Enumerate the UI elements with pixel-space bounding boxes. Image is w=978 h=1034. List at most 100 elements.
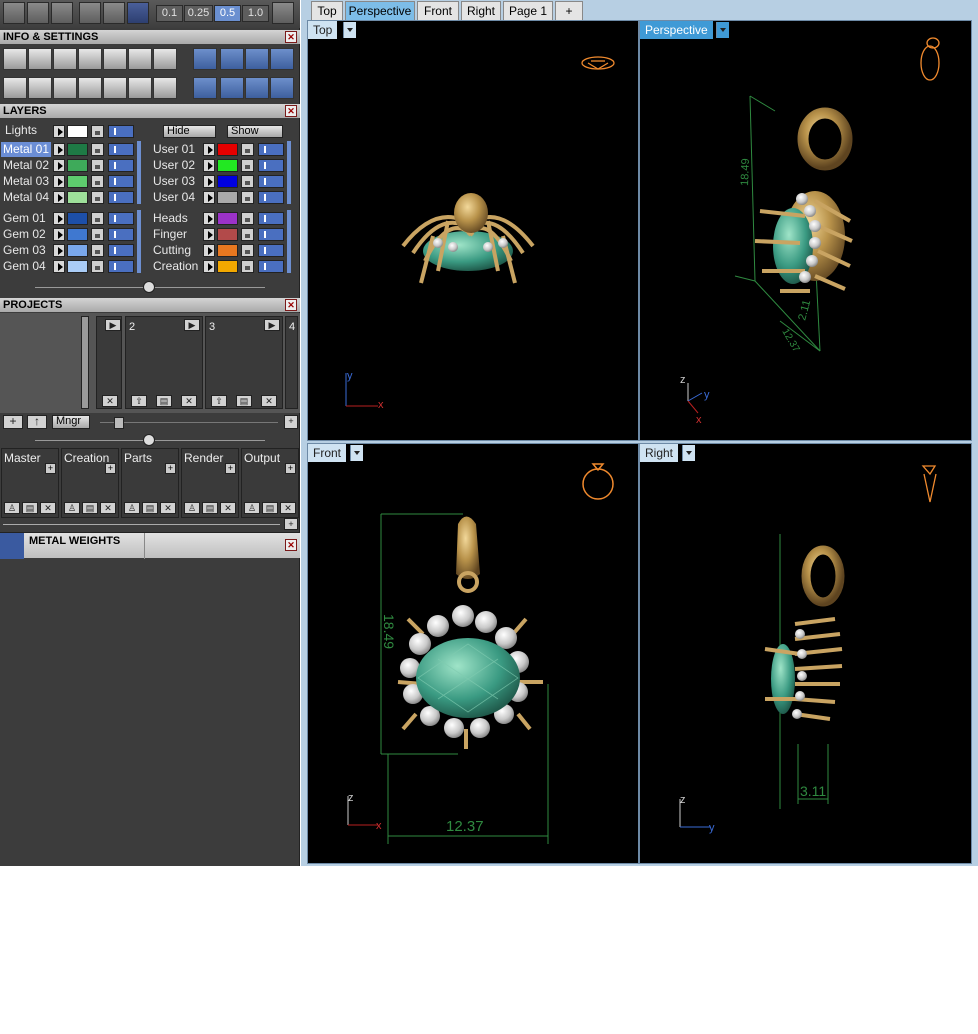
upload-icon[interactable]: ⇧ (211, 395, 227, 407)
arrow-icon[interactable] (53, 143, 65, 156)
lock-icon[interactable] (241, 228, 254, 241)
category-master[interactable]: Master + ♙ ▤ ✕ (1, 448, 59, 518)
layer-label[interactable]: Cutting (151, 243, 203, 258)
add-icon[interactable]: + (165, 463, 176, 474)
arrow-icon[interactable] (203, 143, 215, 156)
save-icon[interactable]: ▤ (236, 395, 252, 407)
layer-color-swatch[interactable] (217, 191, 238, 204)
arrow-icon[interactable] (203, 191, 215, 204)
arrow-icon[interactable] (53, 191, 65, 204)
dropdown-icon[interactable] (682, 445, 695, 461)
user-icon[interactable]: ♙ (244, 502, 260, 514)
grid-layout-icon[interactable] (3, 77, 27, 99)
layer-label[interactable]: Heads (151, 211, 203, 226)
add-tab-icon[interactable]: + (555, 1, 583, 20)
lock-icon[interactable] (91, 143, 104, 156)
remove-icon[interactable]: ✕ (220, 502, 236, 514)
add-icon[interactable]: + (105, 463, 116, 474)
user-icon[interactable]: ♙ (124, 502, 140, 514)
layer-label[interactable]: Finger (151, 227, 203, 242)
lock-icon[interactable] (91, 212, 104, 225)
lock-icon[interactable] (241, 212, 254, 225)
visibility-icon[interactable] (108, 143, 134, 156)
rotate-icon[interactable] (193, 77, 217, 99)
category-parts[interactable]: Parts + ♙ ▤ ✕ (121, 448, 179, 518)
dropdown-icon[interactable] (350, 445, 363, 461)
monitor-icon[interactable] (28, 77, 52, 99)
projects-scrollbar[interactable] (81, 316, 89, 409)
project-slot-3[interactable]: 3 ▶ ⇧ ▤ ✕ (205, 316, 283, 409)
visibility-icon[interactable] (258, 228, 284, 241)
save-icon[interactable]: ▤ (156, 395, 172, 407)
tab-perspective[interactable]: Perspective (345, 1, 415, 20)
visibility-icon[interactable] (108, 244, 134, 257)
layer-color-swatch[interactable] (217, 212, 238, 225)
gem-icon[interactable] (153, 48, 177, 70)
category-output[interactable]: Output + ♙ ▤ ✕ (241, 448, 299, 518)
remove-icon[interactable]: ✕ (181, 395, 197, 407)
layer-label[interactable]: User 02 (151, 158, 203, 173)
dropdown-icon[interactable] (343, 22, 356, 38)
lock-icon[interactable] (241, 191, 254, 204)
box-icon[interactable] (78, 48, 102, 70)
layer-label[interactable]: Gem 01 (1, 211, 51, 226)
layer-color-swatch[interactable] (67, 175, 88, 188)
visibility-icon[interactable] (258, 159, 284, 172)
perspective-viewport[interactable]: 18.49 2.11 12.37 z y x Perspective (639, 20, 972, 441)
lock-icon[interactable] (91, 159, 104, 172)
arrow-icon[interactable] (203, 175, 215, 188)
visibility-icon[interactable] (108, 125, 134, 138)
tab-right[interactable]: Right (461, 1, 501, 20)
lock-icon[interactable] (91, 228, 104, 241)
hatch-icon[interactable] (79, 2, 101, 24)
layer-label[interactable]: Gem 03 (1, 243, 51, 258)
tab-top[interactable]: Top (311, 1, 343, 20)
up-arrow-icon[interactable]: ↑ (27, 415, 47, 429)
right-viewport[interactable]: 3.11 z y Right (639, 443, 972, 864)
tab-front[interactable]: Front (417, 1, 459, 20)
dropdown-icon[interactable] (716, 22, 729, 38)
visibility-icon[interactable] (258, 244, 284, 257)
search-icon[interactable] (28, 48, 52, 70)
close-icon[interactable]: ✕ (285, 539, 297, 551)
add-icon[interactable]: + (284, 518, 298, 530)
arrow-icon[interactable] (203, 212, 215, 225)
category-render[interactable]: Render + ♙ ▤ ✕ (181, 448, 239, 518)
visibility-icon[interactable] (108, 191, 134, 204)
arrow-icon[interactable] (203, 260, 215, 273)
cylinder-icon[interactable] (78, 77, 102, 99)
project-slot-1[interactable]: ▶ ✕ (96, 316, 122, 409)
viewport-label[interactable]: Right (640, 444, 679, 462)
document-icon[interactable] (103, 48, 127, 70)
project-slot-2[interactable]: 2 ▶ ⇧ ▤ ✕ (125, 316, 203, 409)
layer-label[interactable]: Metal 01 (1, 142, 51, 157)
lock-icon[interactable] (91, 260, 104, 273)
layer-label[interactable]: Gem 04 (1, 259, 51, 274)
visibility-icon[interactable] (108, 212, 134, 225)
scale-icon[interactable] (245, 77, 269, 99)
lock-icon[interactable] (241, 159, 254, 172)
axis-icon[interactable] (127, 2, 149, 24)
layer-color-swatch[interactable] (217, 260, 238, 273)
remove-icon[interactable]: ✕ (261, 395, 277, 407)
arrow-icon[interactable] (53, 228, 65, 241)
grid-toggle-icon[interactable] (272, 2, 294, 24)
layer-color-swatch[interactable] (67, 159, 88, 172)
scatter-icon[interactable] (128, 77, 152, 99)
snap-1.0[interactable]: 1.0 (242, 5, 269, 22)
visibility-icon[interactable] (108, 175, 134, 188)
top-viewport[interactable]: y x Top (307, 20, 639, 441)
user-icon[interactable]: ♙ (184, 502, 200, 514)
mirror-icon[interactable] (270, 77, 294, 99)
category-creation[interactable]: Creation + ♙ ▤ ✕ (61, 448, 119, 518)
arrow-icon[interactable]: ▶ (105, 319, 121, 331)
arrow-icon[interactable] (53, 159, 65, 172)
list-icon[interactable] (153, 77, 177, 99)
save-icon[interactable]: ▤ (142, 502, 158, 514)
lock-icon[interactable] (241, 175, 254, 188)
add-icon[interactable]: + (225, 463, 236, 474)
cube-icon[interactable] (53, 77, 77, 99)
layer-color-swatch[interactable] (67, 228, 88, 241)
layer-color-swatch[interactable] (67, 212, 88, 225)
pencil-icon[interactable] (128, 48, 152, 70)
